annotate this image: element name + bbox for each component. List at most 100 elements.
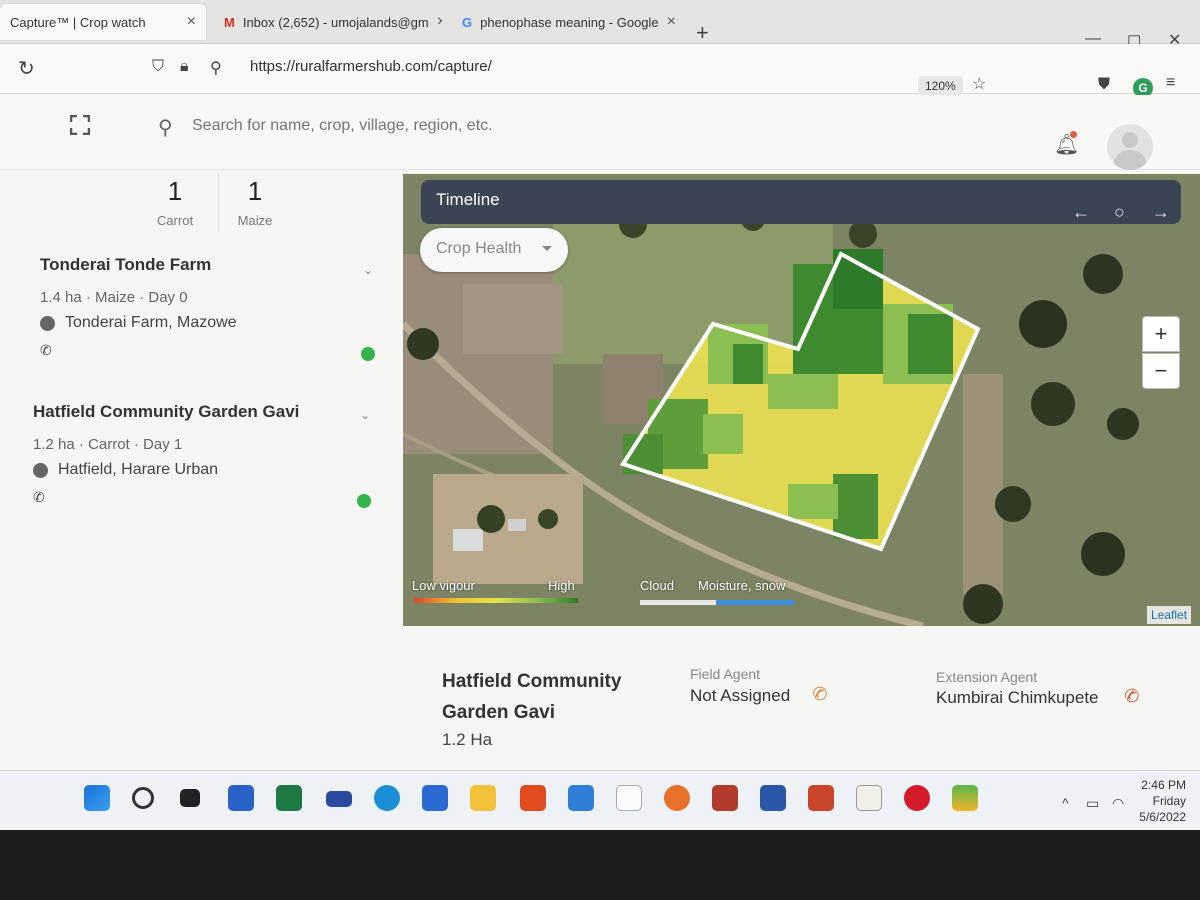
search-icon: ⚲ (158, 117, 173, 139)
avatar-head (1122, 132, 1138, 148)
extension-agent-value: Kumbirai Chimkupete (936, 688, 1099, 707)
new-tab-icon[interactable]: + (696, 20, 709, 46)
field-agent-label: Field Agent (690, 666, 761, 682)
vigour-scale (414, 598, 578, 603)
globe-icon (40, 315, 55, 331)
taskbar: ^ ▭ ◠ 2:46 PM Friday 5/6/2022 (0, 770, 1200, 830)
permissions-icon[interactable]: ⚲ (210, 58, 222, 78)
arrow-left-icon[interactable]: ← (1072, 202, 1090, 223)
search-input[interactable] (192, 117, 752, 135)
pocket-icon[interactable]: ⛊ (1098, 76, 1110, 94)
avatar[interactable] (1107, 124, 1153, 170)
chevron-down-icon[interactable]: ⌄ (360, 408, 370, 422)
clock[interactable]: 2:46 PM Friday 5/6/2022 (1139, 777, 1186, 825)
notification-dot (1070, 131, 1077, 138)
map-attribution[interactable]: Leaflet (1147, 606, 1192, 624)
status-indicator (357, 494, 371, 508)
office-icon[interactable] (520, 785, 546, 811)
moisture-scale (716, 600, 794, 605)
close-tab-icon[interactable]: × (437, 13, 442, 31)
phone-icon[interactable]: ✆ (40, 342, 390, 359)
phone-icon[interactable]: ✆ (33, 489, 383, 506)
opera-icon[interactable] (904, 785, 930, 811)
legend-low: Low vigour (412, 578, 475, 593)
farm-name: Tonderai Tonde Farm (40, 255, 212, 274)
close-tab-icon[interactable]: × (667, 13, 676, 31)
extension-agent-label: Extension Agent (936, 669, 1038, 685)
divider (218, 174, 219, 232)
shield-icon[interactable]: ⛉ (152, 58, 164, 76)
count-label: Carrot (156, 213, 194, 228)
tab-title: phenophase meaning - Google (480, 14, 659, 30)
excel-icon[interactable] (276, 785, 302, 811)
zoom-level[interactable]: 120% (918, 76, 963, 96)
reload-icon[interactable]: ↻ (18, 56, 35, 81)
tab-title: Capture™ | Crop watch (10, 14, 146, 30)
zoom-out-button[interactable]: − (1142, 353, 1180, 389)
timeline-bar (421, 180, 1181, 224)
date: 5/6/2022 (1139, 810, 1186, 824)
monitor-bezel (0, 830, 1200, 900)
firefox-icon[interactable] (664, 785, 690, 811)
status-indicator (361, 347, 375, 361)
list-item[interactable]: Tonderai Tonde Farm 1.4 ha · Maize · Day… (40, 255, 390, 359)
count-value: 1 (167, 176, 183, 206)
legend-moisture: Moisture, snow (698, 578, 786, 593)
phone-icon[interactable]: ✆ (810, 682, 830, 706)
app-icon[interactable] (856, 785, 882, 811)
widgets-icon[interactable] (228, 785, 254, 811)
windows-start-icon[interactable] (84, 785, 110, 811)
location-text: Tonderai Farm, Mazowe (65, 314, 237, 331)
list-item[interactable]: Hatfield Community Garden Gavi 1.2 ha · … (33, 402, 383, 506)
tab-gmail[interactable]: M Inbox (2,652) - umojalands@gm × (214, 4, 442, 40)
globe-icon (33, 462, 48, 478)
screen: Capture™ | Crop watch × M Inbox (2,652) … (0, 0, 1200, 900)
close-tab-icon[interactable]: × (187, 13, 196, 31)
farm-location: Tonderai Farm, Mazowe (40, 314, 390, 332)
chevron-down-icon[interactable]: ⌄ (363, 263, 373, 277)
tab-title: Inbox (2,652) - umojalands@gm (242, 14, 429, 30)
farm-meta: 1.2 ha · Carrot · Day 1 (33, 436, 183, 453)
timeline-title: Timeline (436, 190, 500, 209)
circle-icon[interactable]: ○ (1114, 202, 1125, 223)
access-icon[interactable] (712, 785, 738, 811)
menu-icon[interactable]: ≡ (1166, 74, 1175, 92)
count-carrot[interactable]: 1 Carrot (135, 176, 215, 228)
bluestacks-icon[interactable] (952, 785, 978, 811)
count-maize[interactable]: 1 Maize (215, 176, 295, 228)
farm-name: Hatfield Community Garden Gavi (33, 402, 300, 421)
layer-select[interactable]: Crop Health (420, 228, 568, 272)
store-icon[interactable] (422, 785, 448, 811)
powerpoint-icon[interactable] (808, 785, 834, 811)
count-value: 1 (247, 176, 263, 206)
avatar-body (1114, 150, 1146, 170)
url-field[interactable]: https://ruralfarmershub.com/capture/ (250, 58, 492, 75)
mail-icon[interactable] (568, 785, 594, 811)
count-label: Maize (237, 213, 273, 228)
day: Friday (1152, 794, 1186, 808)
zoom-in-button[interactable]: + (1142, 316, 1180, 352)
edge-icon[interactable] (374, 785, 400, 811)
lock-icon[interactable]: 🔒︎ (180, 58, 189, 76)
word-icon[interactable] (760, 785, 786, 811)
wifi-icon[interactable]: ◠ (1112, 795, 1124, 812)
detail-area: 1.2 Ha (442, 730, 493, 749)
farm-location: Hatfield, Harare Urban (33, 461, 383, 479)
tab-google[interactable]: G phenophase meaning - Google × (452, 4, 680, 40)
document-icon[interactable] (616, 785, 642, 811)
farm-meta: 1.4 ha · Maize · Day 0 (40, 289, 188, 306)
phone-icon[interactable]: ✆ (1122, 684, 1142, 708)
location-text: Hatfield, Harare Urban (58, 461, 219, 478)
detail-title: Hatfield Community Garden Gavi (442, 671, 622, 723)
folder-icon[interactable] (470, 785, 496, 811)
chevron-up-icon[interactable]: ^ (1062, 795, 1069, 811)
fullscreen-icon[interactable] (70, 115, 90, 135)
bookmark-star-icon[interactable]: ☆ (972, 74, 986, 94)
browser-nav-bar: ↻ ⛉ 🔒︎ ⚲ https://ruralfarmershub.com/cap… (0, 44, 1200, 94)
task-view-icon[interactable] (180, 789, 200, 807)
battery-icon[interactable]: ▭ (1086, 795, 1099, 812)
arrow-right-icon[interactable]: → (1152, 202, 1170, 223)
tab-capture[interactable]: Capture™ | Crop watch × (0, 4, 206, 40)
infinity-icon[interactable] (326, 791, 352, 807)
search-icon[interactable] (132, 787, 154, 809)
